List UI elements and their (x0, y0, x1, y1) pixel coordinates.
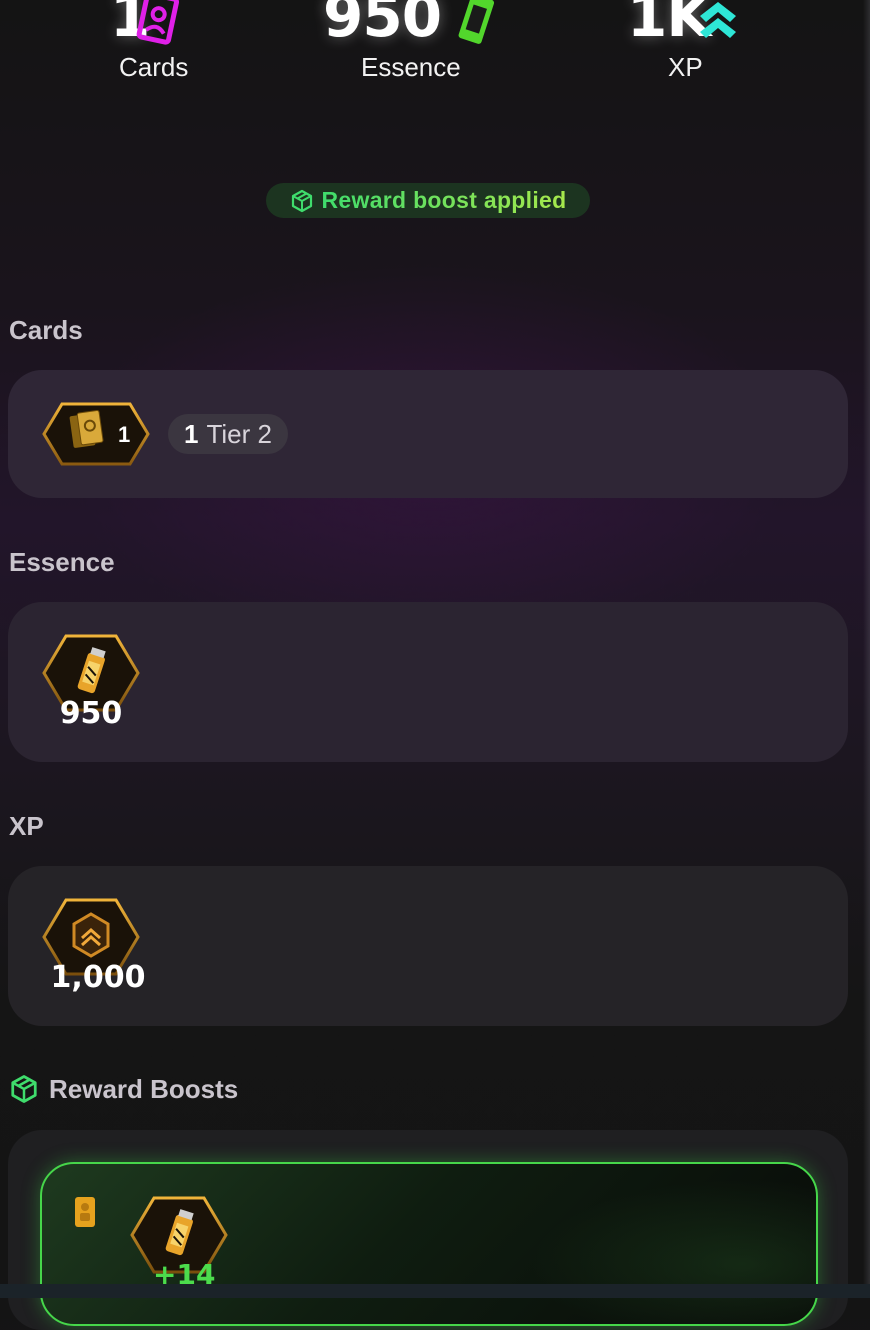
essence-panel: 950 (8, 602, 848, 762)
reward-boost-applied-badge: Reward boost applied (266, 183, 590, 218)
gold-card-icon (42, 402, 150, 466)
card-tag-icon (75, 1197, 95, 1227)
stat-xp-label: XP (668, 52, 703, 82)
scroll-edge (863, 0, 870, 1284)
card-icon (136, 0, 180, 45)
stat-cards-label: Cards (119, 52, 189, 82)
tier-count: 1 (184, 418, 199, 449)
essence-section-title: Essence (9, 547, 115, 577)
essence-reward-value: 950 (59, 696, 123, 731)
bottom-bar (0, 1284, 870, 1298)
reward-stats: 1 Cards 950 Essence 1K XP (0, 0, 870, 110)
xp-chevrons-icon (700, 2, 736, 38)
cards-section-title: Cards (9, 315, 83, 345)
boost-cube-icon (11, 1075, 37, 1103)
reward-boosts-title: Reward Boosts (49, 1073, 239, 1104)
xp-reward-value: 1,000 (50, 960, 146, 995)
reward-boost-applied-label: Reward boost applied (321, 187, 567, 213)
stat-essence-label: Essence (361, 52, 461, 82)
reward-boosts-section-header: Reward Boosts (9, 1073, 238, 1105)
xp-panel: 1,000 (8, 866, 848, 1026)
card-reward-count: 1 (118, 422, 131, 447)
tier-badge: 1 Tier 2 (168, 414, 288, 454)
tier-label: Tier 2 (206, 418, 272, 449)
boost-cube-icon (291, 189, 312, 212)
boost-card[interactable]: +14 (40, 1162, 818, 1326)
cards-panel: 1 1 Tier 2 (8, 370, 848, 498)
xp-section-title: XP (9, 811, 44, 841)
stat-essence-value: 950 (323, 0, 442, 50)
essence-vial-icon (458, 0, 495, 44)
card-reward-item[interactable]: 1 (42, 402, 150, 471)
